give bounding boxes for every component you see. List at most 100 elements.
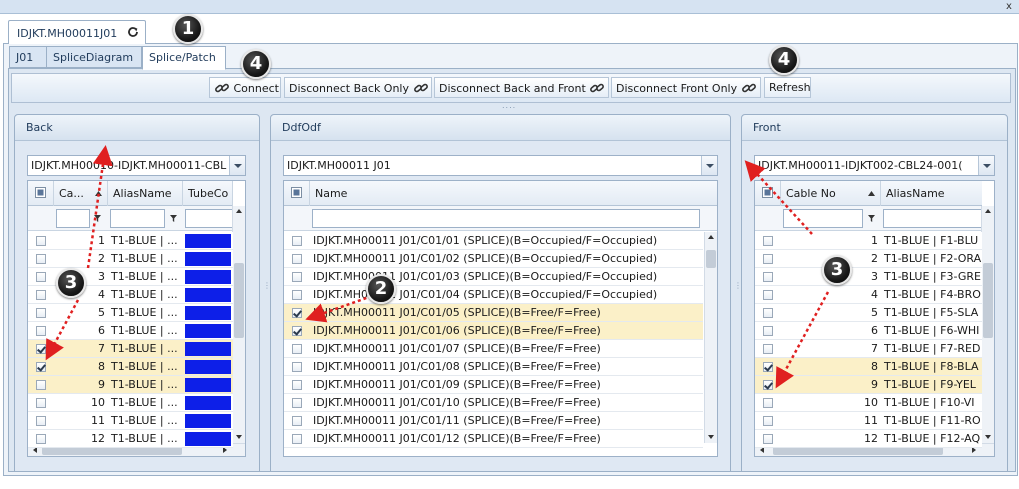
table-row[interactable]: IDJKT.MH00011 J01/C01/05 (SPLICE)(B=Free…: [284, 304, 703, 322]
row-checkbox[interactable]: [292, 290, 302, 300]
row-checkbox[interactable]: [36, 290, 46, 300]
disconnect-front-only-button[interactable]: Disconnect Front Only: [611, 77, 761, 98]
table-row[interactable]: IDJKT.MH00011 J01/C01/10 (SPLICE)(B=Free…: [284, 394, 703, 412]
select-all-icon[interactable]: [284, 181, 310, 206]
filter-icon[interactable]: [868, 215, 875, 222]
table-row[interactable]: 1 T1-BLUE | ...: [28, 232, 233, 250]
row-checkbox[interactable]: [292, 362, 302, 372]
table-row[interactable]: 10 T1-BLUE | F10-VI: [755, 394, 982, 412]
tab-j01[interactable]: J01: [9, 46, 47, 68]
row-checkbox[interactable]: [36, 326, 46, 336]
panel-splitter-grip[interactable]: ⋮: [263, 282, 271, 298]
row-checkbox[interactable]: [763, 362, 773, 372]
disconnect-back-only-button[interactable]: Disconnect Back Only: [284, 77, 432, 98]
front-vertical-scrollbar[interactable]: [981, 206, 994, 443]
front-cable-combo[interactable]: IDJKT.MH00011-IDJKT002-CBL24-001(: [754, 155, 995, 176]
filter-alias-name-input[interactable]: [110, 209, 165, 228]
row-checkbox[interactable]: [763, 398, 773, 408]
select-all-icon[interactable]: [28, 181, 54, 206]
row-checkbox[interactable]: [36, 236, 46, 246]
row-checkbox[interactable]: [36, 254, 46, 264]
row-checkbox[interactable]: [763, 416, 773, 426]
table-row[interactable]: IDJKT.MH00011 J01/C01/11 (SPLICE)(B=Free…: [284, 412, 703, 430]
filter-name-input[interactable]: [312, 209, 700, 228]
table-row[interactable]: 5 T1-BLUE | F5-SLA: [755, 304, 982, 322]
table-row[interactable]: 6 T1-BLUE | ...: [28, 322, 233, 340]
filter-cable-no-input[interactable]: [56, 209, 90, 228]
chevron-down-icon[interactable]: [229, 156, 245, 175]
table-row[interactable]: 11 T1-BLUE | F11-RO: [755, 412, 982, 430]
tab-splice-diagram[interactable]: SpliceDiagram: [46, 46, 142, 68]
chevron-down-icon[interactable]: [701, 156, 717, 175]
row-checkbox[interactable]: [292, 416, 302, 426]
ddf-odf-vertical-scrollbar[interactable]: [704, 232, 717, 443]
table-row[interactable]: IDJKT.MH00011 J01/C01/02 (SPLICE)(B=Occu…: [284, 250, 703, 268]
panel-splitter-grip[interactable]: ⋮: [734, 282, 742, 298]
row-checkbox[interactable]: [292, 308, 302, 318]
table-row[interactable]: 7 T1-BLUE | ...: [28, 340, 233, 358]
document-tab[interactable]: IDJKT.MH00011J01: [8, 20, 146, 44]
column-header-name[interactable]: Name: [310, 181, 717, 206]
filter-icon[interactable]: [94, 215, 101, 222]
front-vertical-scroll-thumb[interactable]: [983, 263, 993, 338]
row-checkbox[interactable]: [763, 434, 773, 444]
table-row[interactable]: IDJKT.MH00011 J01/C01/04 (SPLICE)(B=Occu…: [284, 286, 703, 304]
column-header-cable-no[interactable]: Cable No: [781, 181, 881, 206]
row-checkbox[interactable]: [36, 344, 46, 354]
row-checkbox[interactable]: [292, 326, 302, 336]
row-checkbox[interactable]: [763, 236, 773, 246]
table-row[interactable]: IDJKT.MH00011 J01/C01/03 (SPLICE)(B=Occu…: [284, 268, 703, 286]
disconnect-back-and-front-button[interactable]: Disconnect Back and Front: [434, 77, 609, 98]
table-row[interactable]: 3 T1-BLUE | F3-GRE: [755, 268, 982, 286]
row-checkbox[interactable]: [36, 380, 46, 390]
row-checkbox[interactable]: [292, 398, 302, 408]
row-checkbox[interactable]: [763, 344, 773, 354]
row-checkbox[interactable]: [292, 344, 302, 354]
chevron-down-icon[interactable]: [978, 156, 994, 175]
table-row[interactable]: IDJKT.MH00011 J01/C01/08 (SPLICE)(B=Free…: [284, 358, 703, 376]
table-row[interactable]: 11 T1-BLUE | ...: [28, 412, 233, 430]
table-row[interactable]: 2 T1-BLUE | F2-ORA: [755, 250, 982, 268]
toolbar-splitter-grip[interactable]: ....: [502, 102, 518, 110]
table-row[interactable]: 7 T1-BLUE | F7-RED: [755, 340, 982, 358]
row-checkbox[interactable]: [36, 308, 46, 318]
back-vertical-scroll-thumb[interactable]: [234, 263, 244, 338]
column-header-alias-name[interactable]: AliasName: [108, 181, 183, 206]
table-row[interactable]: 5 T1-BLUE | ...: [28, 304, 233, 322]
table-row[interactable]: 12 T1-BLUE | F12-AQ: [755, 430, 982, 448]
table-row[interactable]: 9 T1-BLUE | F9-YEL: [755, 376, 982, 394]
ddf-odf-combo[interactable]: IDJKT.MH00011 J01: [283, 155, 718, 176]
table-row[interactable]: 4 T1-BLUE | F4-BRO: [755, 286, 982, 304]
row-checkbox[interactable]: [36, 272, 46, 282]
table-row[interactable]: 2 T1-BLUE | ...: [28, 250, 233, 268]
ddf-odf-vertical-scroll-thumb[interactable]: [706, 250, 716, 268]
table-row[interactable]: IDJKT.MH00011 J01/C01/07 (SPLICE)(B=Free…: [284, 340, 703, 358]
row-checkbox[interactable]: [36, 434, 46, 444]
row-checkbox[interactable]: [763, 380, 773, 390]
table-row[interactable]: 12 T1-BLUE | ...: [28, 430, 233, 448]
row-checkbox[interactable]: [36, 416, 46, 426]
row-checkbox[interactable]: [36, 398, 46, 408]
column-header-alias-name[interactable]: AliasName: [881, 181, 982, 206]
table-row[interactable]: 6 T1-BLUE | F6-WHI: [755, 322, 982, 340]
row-checkbox[interactable]: [292, 272, 302, 282]
table-row[interactable]: IDJKT.MH00011 J01/C01/06 (SPLICE)(B=Free…: [284, 322, 703, 340]
row-checkbox[interactable]: [36, 362, 46, 372]
refresh-button[interactable]: Refresh: [764, 77, 811, 98]
table-row[interactable]: IDJKT.MH00011 J01/C01/12 (SPLICE)(B=Free…: [284, 430, 703, 448]
row-checkbox[interactable]: [763, 254, 773, 264]
column-header-cable-no[interactable]: Ca...: [54, 181, 108, 206]
filter-alias-name-input[interactable]: [883, 209, 982, 228]
tab-splice-patch[interactable]: Splice/Patch: [142, 46, 226, 70]
column-header-tube-color[interactable]: TubeCo: [183, 181, 233, 206]
row-checkbox[interactable]: [763, 272, 773, 282]
filter-cable-no-input[interactable]: [783, 209, 863, 228]
table-row[interactable]: 1 T1-BLUE | F1-BLU: [755, 232, 982, 250]
back-vertical-scrollbar[interactable]: [232, 206, 245, 443]
select-all-icon[interactable]: [755, 181, 781, 206]
table-row[interactable]: 8 T1-BLUE | ...: [28, 358, 233, 376]
row-checkbox[interactable]: [763, 308, 773, 318]
filter-icon[interactable]: [170, 215, 177, 222]
row-checkbox[interactable]: [292, 380, 302, 390]
table-row[interactable]: IDJKT.MH00011 J01/C01/09 (SPLICE)(B=Free…: [284, 376, 703, 394]
